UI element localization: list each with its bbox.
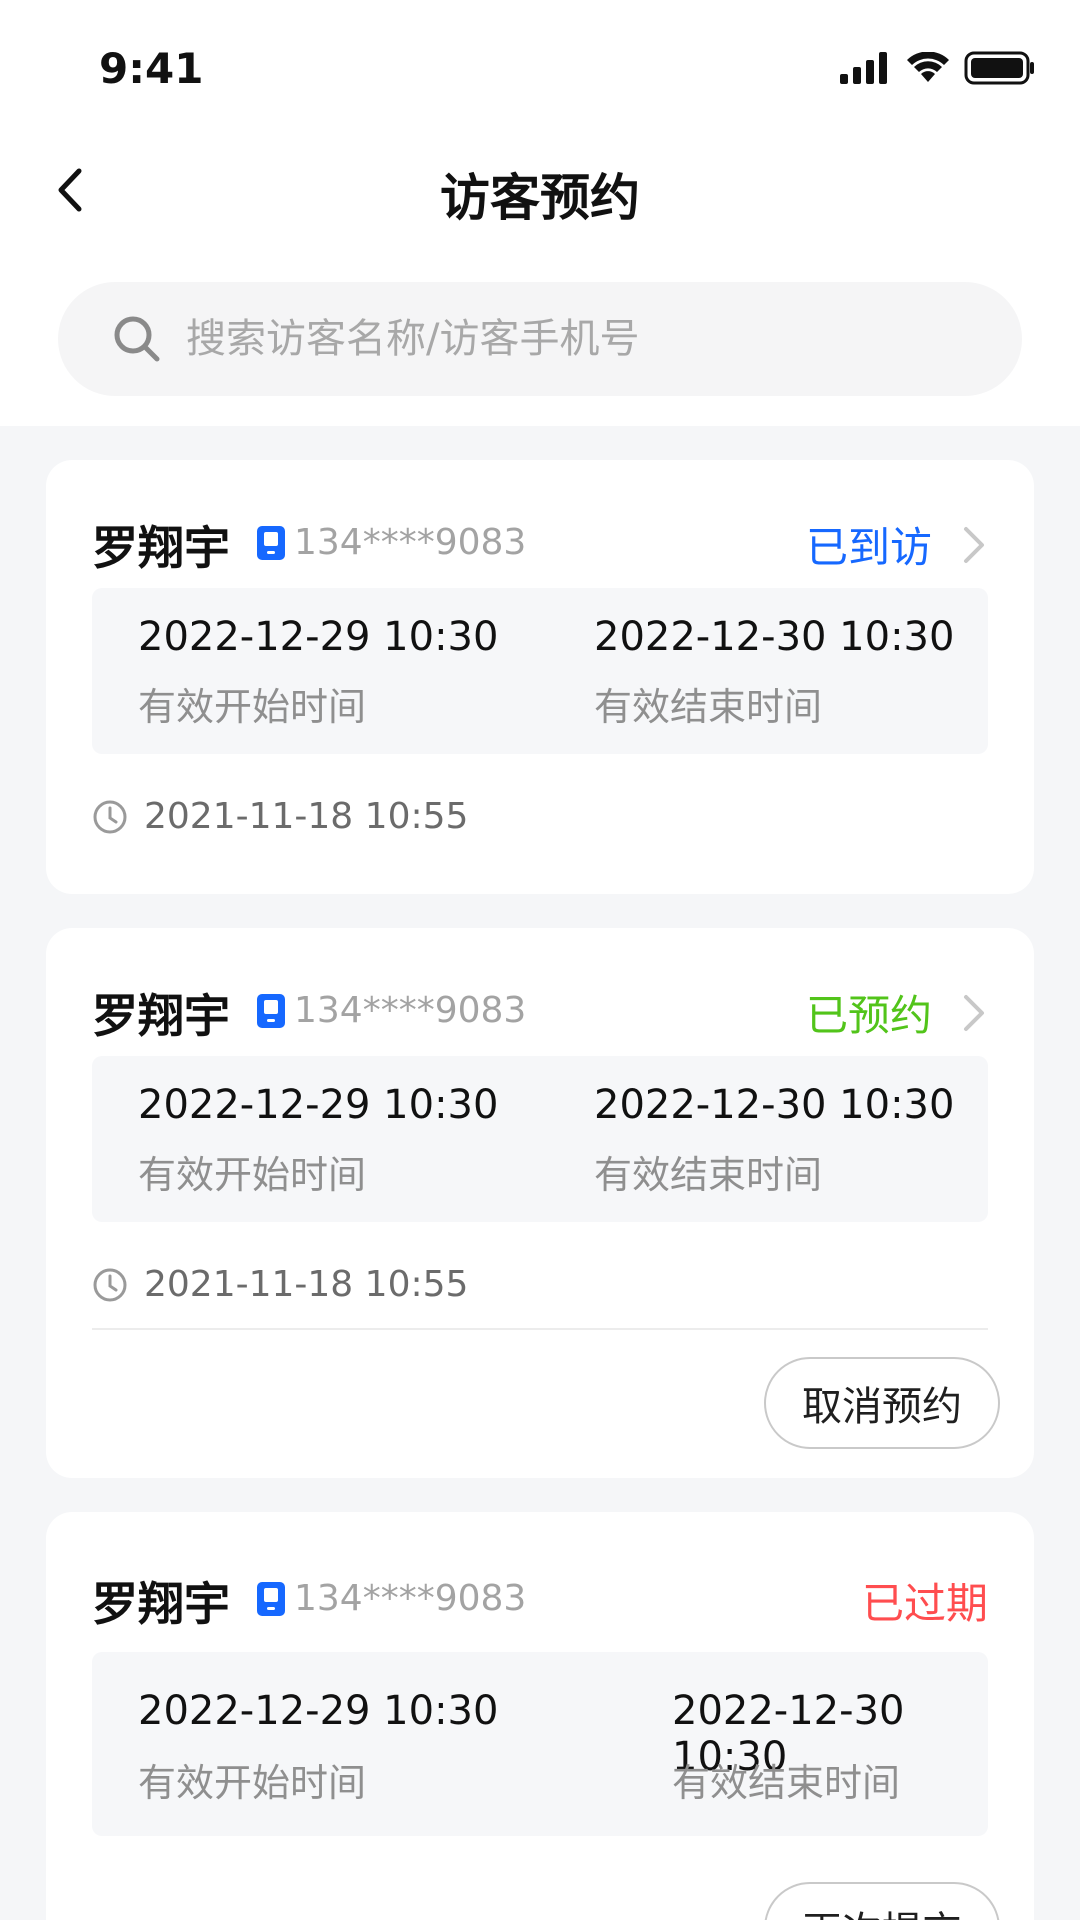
validity-period: 2022-12-29 10:30 有效开始时间 2022-12-30 10:30… bbox=[92, 1056, 988, 1222]
navigation-bar: 访客预约 bbox=[0, 140, 1080, 240]
clock-icon bbox=[93, 1268, 127, 1301]
validity-period: 2022-12-29 10:30 有效开始时间 2022-12-30 10:30… bbox=[92, 588, 988, 754]
end-time: 2022-12-30 10:30 bbox=[594, 1082, 955, 1128]
end-time: 2022-12-30 10:30 bbox=[594, 614, 955, 660]
header-area: 9:41 访客预约 搜索访客名称/访客手机号 bbox=[0, 0, 1080, 426]
page-title: 访客预约 bbox=[440, 169, 640, 227]
start-time-label: 有效开始时间 bbox=[138, 685, 367, 729]
chevron-right-icon bbox=[962, 993, 988, 1033]
end-time-label: 有效结束时间 bbox=[594, 685, 823, 729]
end-time-label: 有效结束时间 bbox=[594, 1153, 823, 1197]
card-header: 罗翔宇 134****9083 已预约 bbox=[92, 980, 988, 1043]
start-time: 2022-12-29 10:30 bbox=[138, 1688, 499, 1734]
created-time-text: 2021-11-18 10:55 bbox=[144, 1264, 469, 1305]
battery-icon bbox=[964, 51, 1034, 85]
resubmit-button[interactable]: 再次提交 bbox=[764, 1882, 1000, 1920]
status-badge: 已过期 bbox=[861, 1579, 988, 1628]
card-header: 罗翔宇 134****9083 已过期 bbox=[92, 1568, 988, 1631]
visitor-phone: 134****9083 bbox=[256, 990, 526, 1031]
status-bar: 9:41 bbox=[0, 0, 1080, 130]
end-time-label: 有效结束时间 bbox=[672, 1761, 901, 1805]
phone-icon bbox=[257, 525, 285, 560]
phone-number: 134****9083 bbox=[294, 1578, 527, 1619]
wifi-icon bbox=[907, 52, 949, 82]
start-time: 2022-12-29 10:30 bbox=[138, 1082, 499, 1128]
appointment-card[interactable]: 罗翔宇 134****9083 已预约 2022-12-29 10:30 有效开… bbox=[46, 928, 1034, 1478]
clock-icon bbox=[93, 800, 127, 833]
card-header: 罗翔宇 134****9083 已到访 bbox=[92, 512, 988, 575]
created-time: 2021-11-18 10:55 bbox=[92, 1264, 468, 1305]
visitor-phone: 134****9083 bbox=[256, 522, 526, 563]
start-time-label: 有效开始时间 bbox=[138, 1761, 367, 1805]
status-badge: 已到访 bbox=[805, 523, 932, 572]
phone-icon bbox=[257, 993, 285, 1028]
status-badge: 已预约 bbox=[805, 991, 932, 1040]
visitor-name: 罗翔宇 bbox=[92, 1577, 230, 1631]
search-icon bbox=[112, 311, 168, 367]
visitor-appointment-page: 9:41 访客预约 搜索访客名称/访客手机号 罗翔宇 134****9083 已… bbox=[0, 0, 1080, 1920]
appointment-card[interactable]: 罗翔宇 134****9083 已到访 2022-12-29 10:30 有效开… bbox=[46, 460, 1034, 894]
status-icons bbox=[840, 48, 1036, 88]
status-link[interactable]: 已预约 bbox=[806, 982, 988, 1043]
visitor-name: 罗翔宇 bbox=[92, 989, 230, 1043]
phone-icon bbox=[257, 1581, 285, 1616]
visitor-phone: 134****9083 bbox=[256, 1578, 526, 1619]
chevron-right-icon bbox=[962, 525, 988, 565]
cellular-signal-icon bbox=[840, 52, 887, 84]
divider bbox=[92, 1328, 988, 1330]
validity-period: 2022-12-29 10:30 有效开始时间 2022-12-30 10:30… bbox=[92, 1652, 988, 1836]
appointment-card[interactable]: 罗翔宇 134****9083 已过期 2022-12-29 10:30 有效开… bbox=[46, 1512, 1034, 1920]
cancel-appointment-button[interactable]: 取消预约 bbox=[764, 1357, 1000, 1449]
created-time: 2021-11-18 10:55 bbox=[92, 796, 468, 837]
created-time-text: 2021-11-18 10:55 bbox=[144, 796, 469, 837]
start-time-label: 有效开始时间 bbox=[138, 1153, 367, 1197]
start-time: 2022-12-29 10:30 bbox=[138, 614, 499, 660]
status-link[interactable]: 已到访 bbox=[806, 514, 988, 575]
status-time: 9:41 bbox=[99, 44, 204, 93]
phone-number: 134****9083 bbox=[294, 522, 527, 563]
status-link[interactable]: 已过期 bbox=[862, 1570, 988, 1631]
visitor-name: 罗翔宇 bbox=[92, 521, 230, 575]
search-bar[interactable] bbox=[58, 282, 1022, 396]
phone-number: 134****9083 bbox=[294, 990, 527, 1031]
search-input[interactable] bbox=[184, 315, 1022, 363]
